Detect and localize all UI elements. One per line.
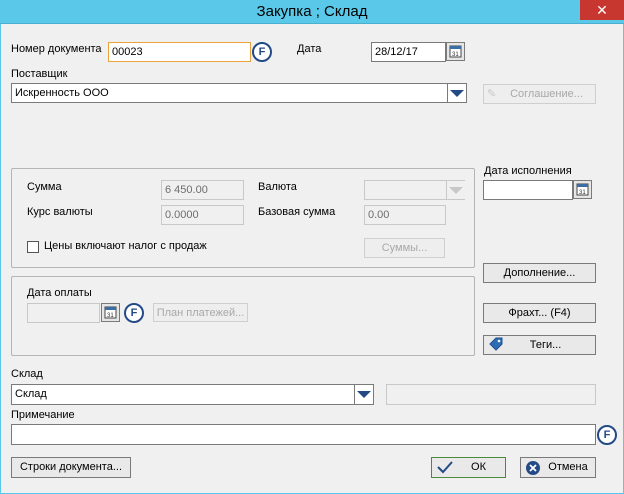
- payment-plan-button[interactable]: План платежей...: [153, 303, 248, 322]
- base-sum-label: Базовая сумма: [258, 206, 336, 218]
- cancel-button[interactable]: Отмена: [520, 457, 596, 478]
- payment-f-icon[interactable]: F: [124, 303, 144, 323]
- date-calendar-icon[interactable]: 31: [446, 42, 465, 61]
- close-button[interactable]: ✕: [580, 0, 624, 20]
- sum-label: Сумма: [27, 181, 62, 193]
- supplier-dropdown-button[interactable]: [447, 84, 466, 102]
- cancel-icon: [525, 460, 541, 482]
- note-f-icon[interactable]: F: [597, 425, 617, 445]
- date-label: Дата: [297, 43, 322, 55]
- tags-button[interactable]: Теги...: [483, 335, 596, 355]
- exchange-rate-field: 0.0000: [161, 205, 244, 225]
- title-bar: Закупка ; Склад ✕: [0, 0, 624, 24]
- document-lines-button[interactable]: Строки документа...: [11, 457, 131, 478]
- note-label: Примечание: [11, 409, 75, 421]
- agreement-icon: ✎: [487, 88, 497, 100]
- agreement-button-label: Соглашение...: [510, 88, 583, 100]
- tags-button-label: Теги...: [529, 339, 562, 351]
- warehouse-value: Склад: [15, 388, 47, 400]
- warehouse-dropdown-button[interactable]: [354, 385, 373, 404]
- window-title: Закупка ; Склад: [256, 3, 368, 20]
- sum-field: 6 450.00: [161, 180, 244, 200]
- agreement-button[interactable]: ✎ Соглашение...: [483, 84, 596, 104]
- ok-button-label: ОК: [471, 461, 486, 473]
- tax-included-label: Цены включают налог с продаж: [44, 240, 207, 252]
- chevron-down-icon: [449, 186, 463, 194]
- exchange-rate-label: Курс валюты: [27, 206, 93, 218]
- supplier-select[interactable]: Искренность ООО: [11, 83, 467, 103]
- due-date-input[interactable]: [483, 180, 573, 200]
- svg-text:31: 31: [579, 190, 586, 196]
- due-date-label: Дата исполнения: [484, 165, 572, 177]
- warehouse-label: Склад: [11, 368, 43, 380]
- supplier-value: Искренность ООО: [15, 87, 109, 99]
- currency-dropdown-button[interactable]: [446, 181, 465, 199]
- doc-number-f-icon[interactable]: F: [252, 42, 272, 62]
- freight-button[interactable]: Фрахт... (F4): [483, 303, 596, 323]
- warehouse-extra-field: [386, 384, 596, 405]
- svg-text:31: 31: [107, 313, 114, 319]
- doc-number-input[interactable]: 00023: [108, 42, 251, 62]
- check-icon: [436, 459, 454, 481]
- ok-button[interactable]: ОК: [431, 457, 506, 478]
- tax-included-checkbox[interactable]: [27, 241, 39, 253]
- svg-text:31: 31: [452, 52, 459, 58]
- date-input[interactable]: 28/12/17: [371, 42, 446, 62]
- currency-label: Валюта: [258, 181, 297, 193]
- supplier-label: Поставщик: [11, 68, 68, 80]
- sums-button[interactable]: Суммы...: [364, 238, 445, 258]
- payment-date-calendar-icon[interactable]: 31: [101, 303, 120, 322]
- base-sum-field: 0.00: [364, 205, 446, 225]
- tag-icon: [488, 337, 504, 359]
- warehouse-select[interactable]: Склад: [11, 384, 374, 405]
- payment-date-input[interactable]: [27, 303, 100, 323]
- payment-date-label: Дата оплаты: [27, 287, 92, 299]
- chevron-down-icon: [450, 89, 464, 97]
- note-input[interactable]: [11, 424, 596, 445]
- due-date-calendar-icon[interactable]: 31: [573, 180, 592, 199]
- chevron-down-icon: [357, 391, 371, 398]
- doc-number-label: Номер документа: [11, 43, 102, 55]
- addition-button[interactable]: Дополнение...: [483, 263, 596, 283]
